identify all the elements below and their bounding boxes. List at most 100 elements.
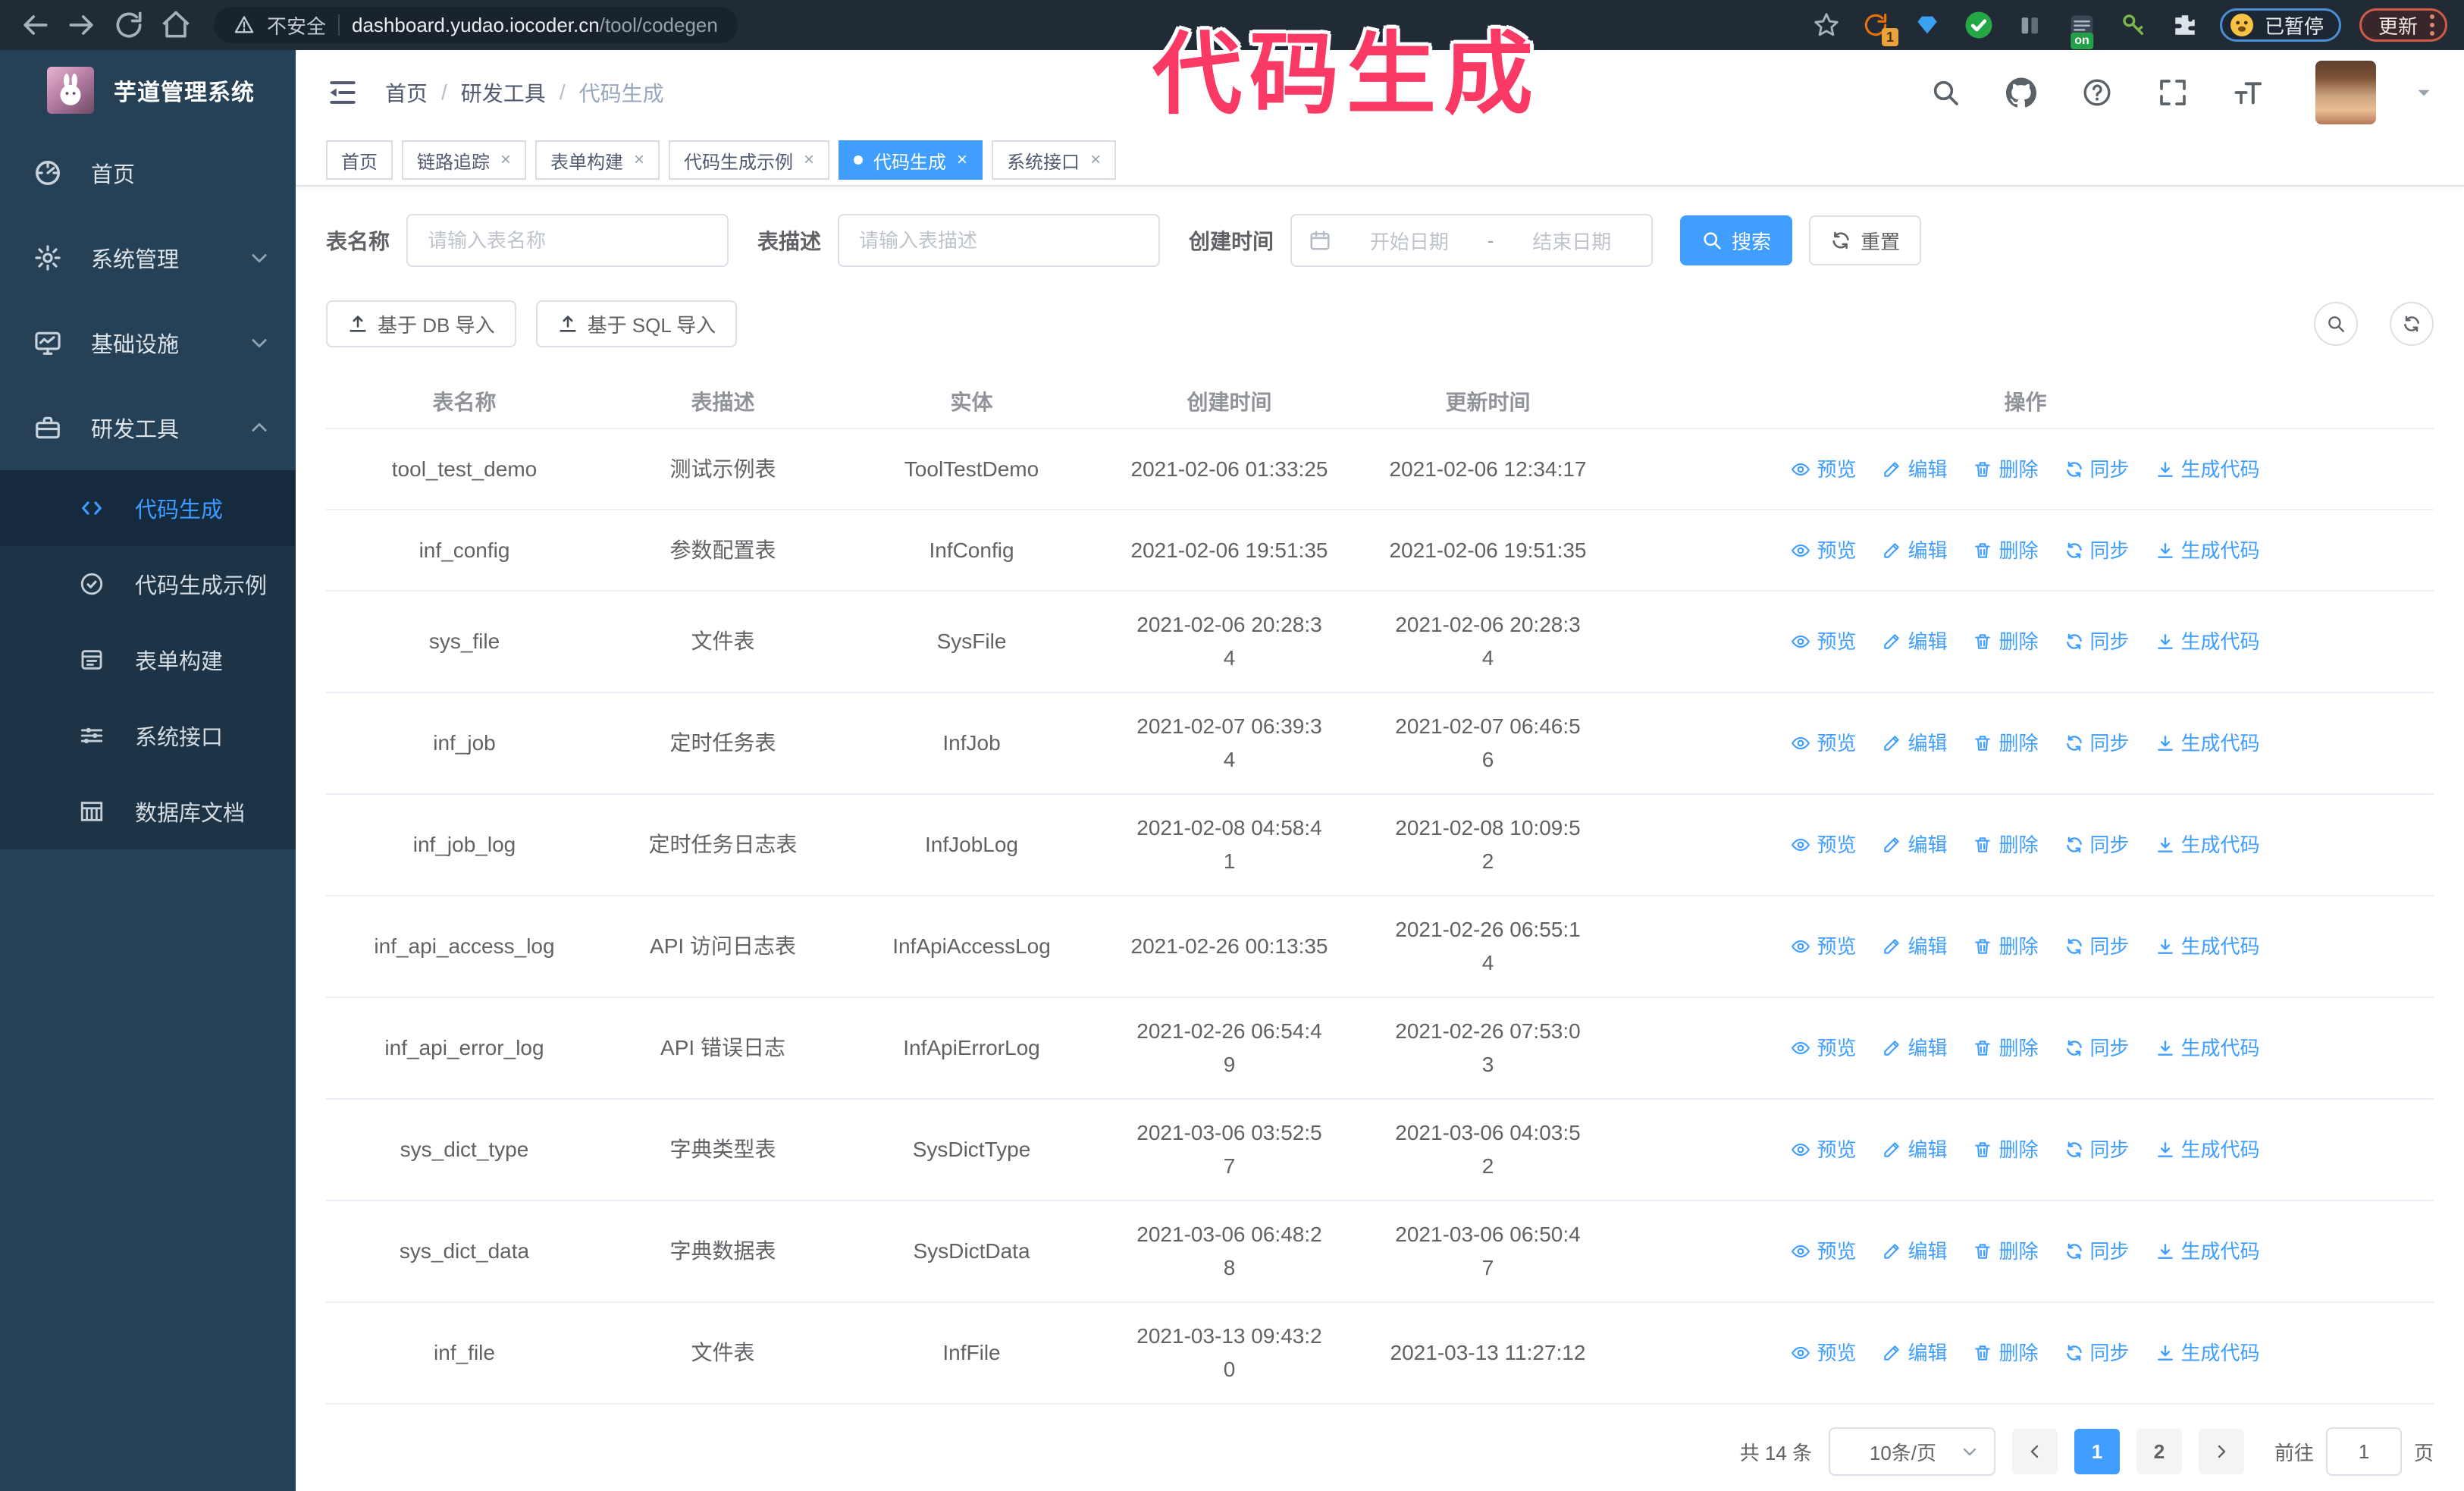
preview-button[interactable]: 预览	[1791, 828, 1856, 862]
browser-back-icon[interactable]	[17, 7, 53, 43]
delete-button[interactable]: 删除	[1973, 1031, 2039, 1065]
table-row[interactable]: sys_dict_data 字典数据表 SysDictData 2021-03-…	[326, 1201, 2434, 1303]
toggle-search-button[interactable]	[2314, 302, 2358, 346]
close-icon[interactable]: ×	[634, 151, 644, 169]
sync-button[interactable]: 同步	[2064, 625, 2130, 658]
delete-button[interactable]: 删除	[1973, 1133, 2039, 1166]
sync-button[interactable]: 同步	[2064, 534, 2130, 567]
sidebar-item-form-builder[interactable]: 表单构建	[0, 622, 296, 698]
font-size-icon[interactable]	[2234, 77, 2264, 108]
preview-button[interactable]: 预览	[1791, 727, 1856, 760]
table-row[interactable]: sys_file 文件表 SysFile 2021-02-06 20:28:3 …	[326, 592, 2434, 693]
paused-extension-pill[interactable]: 已暂停	[2219, 8, 2341, 42]
extension-key[interactable]	[2117, 8, 2150, 42]
tag-tracing[interactable]: 链路追踪 ×	[402, 140, 527, 180]
delete-button[interactable]: 删除	[1973, 625, 2039, 658]
edit-button[interactable]: 编辑	[1882, 534, 1947, 567]
import-sql-button[interactable]: 基于 SQL 导入	[535, 300, 738, 347]
close-icon[interactable]: ×	[957, 151, 967, 169]
browser-forward-icon[interactable]	[64, 7, 100, 43]
avatar-caret-down-icon[interactable]	[2414, 83, 2434, 102]
generate-code-button[interactable]: 生成代码	[2155, 625, 2260, 658]
generate-code-button[interactable]: 生成代码	[2155, 727, 2260, 760]
preview-button[interactable]: 预览	[1791, 453, 1856, 486]
browser-reload-icon[interactable]	[111, 7, 147, 43]
generate-code-button[interactable]: 生成代码	[2155, 534, 2260, 567]
user-avatar[interactable]	[2315, 61, 2376, 124]
table-row[interactable]: inf_api_error_log API 错误日志 InfApiErrorLo…	[326, 998, 2434, 1100]
edit-button[interactable]: 编辑	[1882, 453, 1947, 486]
sync-button[interactable]: 同步	[2064, 1235, 2130, 1268]
generate-code-button[interactable]: 生成代码	[2155, 1235, 2260, 1268]
help-icon[interactable]	[2082, 77, 2112, 108]
extension-gem[interactable]	[1911, 8, 1944, 42]
tag-form-builder[interactable]: 表单构建 ×	[535, 140, 660, 180]
breadcrumb-devtools[interactable]: 研发工具	[461, 77, 546, 108]
preview-button[interactable]: 预览	[1791, 1336, 1856, 1370]
next-page-button[interactable]	[2198, 1429, 2244, 1474]
preview-button[interactable]: 预览	[1791, 1235, 1856, 1268]
page-button-1[interactable]: 1	[2074, 1429, 2120, 1474]
preview-button[interactable]: 预览	[1791, 625, 1856, 658]
generate-code-button[interactable]: 生成代码	[2155, 930, 2260, 963]
tag-codegen-example[interactable]: 代码生成示例 ×	[669, 140, 830, 180]
delete-button[interactable]: 删除	[1973, 727, 2039, 760]
generate-code-button[interactable]: 生成代码	[2155, 453, 2260, 486]
prev-page-button[interactable]	[2011, 1429, 2058, 1474]
table-row[interactable]: inf_file 文件表 InfFile 2021-03-13 09:43:2 …	[326, 1303, 2434, 1405]
search-button[interactable]: 搜索	[1680, 215, 1793, 265]
bookmark-star-icon[interactable]	[1812, 11, 1841, 39]
preview-button[interactable]: 预览	[1791, 534, 1856, 567]
github-icon[interactable]	[2006, 77, 2036, 108]
delete-button[interactable]: 删除	[1973, 930, 2039, 963]
browser-home-icon[interactable]	[158, 7, 194, 43]
sidebar-item-codegen[interactable]: 代码生成	[0, 470, 296, 546]
extension-columns[interactable]	[2014, 8, 2047, 42]
table-row[interactable]: sys_dict_type 字典类型表 SysDictType 2021-03-…	[326, 1100, 2434, 1201]
table-row[interactable]: inf_api_access_log API 访问日志表 InfApiAcces…	[326, 896, 2434, 998]
breadcrumb-home[interactable]: 首页	[385, 77, 428, 108]
table-row[interactable]: tool_test_demo 测试示例表 ToolTestDemo 2021-0…	[326, 429, 2434, 510]
table-row[interactable]: inf_config 参数配置表 InfConfig 2021-02-06 19…	[326, 510, 2434, 592]
edit-button[interactable]: 编辑	[1882, 1235, 1947, 1268]
page-size-select[interactable]: 10条/页	[1828, 1427, 1995, 1476]
sidebar-item-system[interactable]: 系统管理	[0, 215, 296, 300]
sync-button[interactable]: 同步	[2064, 828, 2130, 862]
preview-button[interactable]: 预览	[1791, 930, 1856, 963]
page-button-2[interactable]: 2	[2136, 1429, 2182, 1474]
edit-button[interactable]: 编辑	[1882, 1336, 1947, 1370]
tag-codegen-active[interactable]: 代码生成 ×	[839, 140, 983, 180]
sidebar-item-codegen-example[interactable]: 代码生成示例	[0, 546, 296, 622]
date-range-picker[interactable]: 开始日期 - 结束日期	[1290, 214, 1654, 267]
generate-code-button[interactable]: 生成代码	[2155, 1133, 2260, 1166]
delete-button[interactable]: 删除	[1973, 828, 2039, 862]
reset-button[interactable]: 重置	[1809, 215, 1922, 265]
generate-code-button[interactable]: 生成代码	[2155, 828, 2260, 862]
search-icon[interactable]	[1930, 77, 1961, 108]
edit-button[interactable]: 编辑	[1882, 828, 1947, 862]
sync-button[interactable]: 同步	[2064, 727, 2130, 760]
delete-button[interactable]: 删除	[1973, 534, 2039, 567]
tag-home[interactable]: 首页	[326, 140, 393, 180]
sidebar-item-infra[interactable]: 基础设施	[0, 300, 296, 385]
delete-button[interactable]: 删除	[1973, 453, 2039, 486]
address-bar[interactable]: 不安全 dashboard.yudao.iocoder.cn/tool/code…	[214, 7, 738, 43]
preview-button[interactable]: 预览	[1791, 1133, 1856, 1166]
edit-button[interactable]: 编辑	[1882, 930, 1947, 963]
edit-button[interactable]: 编辑	[1882, 727, 1947, 760]
fullscreen-icon[interactable]	[2158, 77, 2188, 108]
sidebar-item-devtools[interactable]: 研发工具	[0, 385, 296, 470]
table-desc-input[interactable]	[838, 214, 1161, 267]
table-name-input[interactable]	[406, 214, 729, 267]
generate-code-button[interactable]: 生成代码	[2155, 1031, 2260, 1065]
sidebar-item-system-api[interactable]: 系统接口	[0, 698, 296, 774]
close-icon[interactable]: ×	[500, 151, 511, 169]
browser-update-button[interactable]: 更新	[2359, 8, 2447, 42]
collapse-sidebar-icon[interactable]	[326, 76, 359, 109]
delete-button[interactable]: 删除	[1973, 1235, 2039, 1268]
sync-button[interactable]: 同步	[2064, 1031, 2130, 1065]
generate-code-button[interactable]: 生成代码	[2155, 1336, 2260, 1370]
browser-menu-icon[interactable]	[2430, 14, 2434, 36]
sync-button[interactable]: 同步	[2064, 930, 2130, 963]
close-icon[interactable]: ×	[1090, 151, 1101, 169]
